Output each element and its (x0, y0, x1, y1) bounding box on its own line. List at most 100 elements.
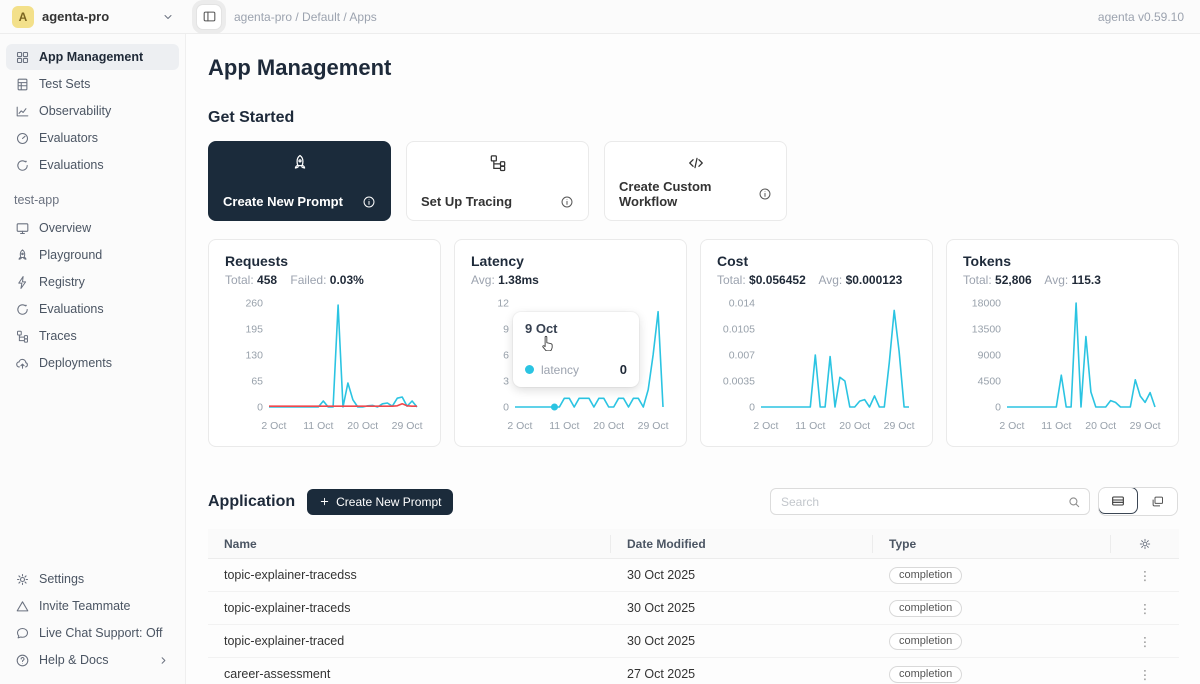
sidebar-item-label: Registry (39, 275, 85, 289)
svg-text:0.014: 0.014 (729, 298, 755, 310)
create-custom-workflow-card[interactable]: Create Custom Workflow (604, 141, 787, 221)
row-actions-menu[interactable]: ⋮ (1133, 601, 1158, 616)
create-new-prompt-button[interactable]: Create New Prompt (307, 489, 453, 515)
svg-text:0.0105: 0.0105 (723, 324, 755, 336)
sidebar-item-playground[interactable]: Playground (6, 242, 179, 268)
svg-text:20 Oct: 20 Oct (347, 420, 378, 432)
code-icon (619, 153, 772, 173)
svg-text:3: 3 (503, 376, 509, 388)
sidebar-item-evaluators[interactable]: Evaluators (6, 125, 179, 151)
svg-text:0.0035: 0.0035 (723, 376, 755, 388)
series-dot (525, 365, 534, 374)
svg-text:11 Oct: 11 Oct (303, 420, 333, 432)
card-view-button[interactable] (1137, 488, 1177, 515)
sidebar-item-evaluations[interactable]: Evaluations (6, 152, 179, 178)
sidebar-item-help-docs[interactable]: Help & Docs (6, 647, 179, 673)
cost-chart[interactable]: 00.00350.0070.01050.0142 Oct11 Oct20 Oct… (711, 291, 917, 443)
svg-text:29 Oct: 29 Oct (884, 420, 915, 432)
tooltip-value: 0 (620, 362, 627, 377)
svg-text:13500: 13500 (972, 324, 1001, 336)
svg-text:20 Oct: 20 Oct (1085, 420, 1116, 432)
sidebar-item-label: Observability (39, 104, 111, 118)
table-row[interactable]: topic-explainer-traced 30 Oct 2025 compl… (208, 625, 1179, 658)
metric-title: Cost (711, 253, 916, 269)
table-row[interactable]: topic-explainer-traceds 30 Oct 2025 comp… (208, 592, 1179, 625)
gear-icon (14, 572, 30, 587)
sidebar-item-observability[interactable]: Observability (6, 98, 179, 124)
info-icon[interactable] (362, 195, 376, 209)
sidebar-item-test-sets[interactable]: Test Sets (6, 71, 179, 97)
sidebar-item-label: App Management (39, 50, 143, 64)
create-new-prompt-card[interactable]: Create New Prompt (208, 141, 391, 221)
app-type: completion (873, 666, 1111, 683)
svg-text:11 Oct: 11 Oct (1041, 420, 1071, 432)
breadcrumb[interactable]: agenta-pro / Default / Apps (234, 10, 1098, 24)
gauge-icon (14, 131, 30, 146)
svg-text:9: 9 (503, 324, 509, 336)
row-actions-menu[interactable]: ⋮ (1133, 667, 1158, 682)
sidebar-app-group-label: test-app (14, 193, 185, 207)
type-badge: completion (889, 666, 962, 683)
column-header-name[interactable]: Name (208, 535, 611, 553)
svg-text:29 Oct: 29 Oct (392, 420, 423, 432)
column-settings[interactable] (1111, 535, 1179, 553)
svg-text:29 Oct: 29 Oct (1130, 420, 1161, 432)
sidebar-item-overview[interactable]: Overview (6, 215, 179, 241)
app-root: A agenta-pro agenta-pro / Default / Apps… (0, 0, 1200, 684)
svg-text:18000: 18000 (972, 298, 1001, 310)
metric-title: Requests (219, 253, 424, 269)
sidebar-item-traces[interactable]: Traces (6, 323, 179, 349)
sidebar-item-app-management[interactable]: App Management (6, 44, 179, 70)
sidebar-item-invite-teammate[interactable]: Invite Teammate (6, 593, 179, 619)
svg-text:12: 12 (497, 298, 509, 310)
table-view-button[interactable] (1098, 487, 1138, 514)
svg-text:6: 6 (503, 350, 509, 362)
card-label: Create New Prompt (223, 194, 343, 209)
rocket-icon (223, 153, 376, 173)
metric-cards: Requests Total: 458 Failed: 0.03% 065130… (208, 239, 1178, 447)
tokens-chart[interactable]: 04500900013500180002 Oct11 Oct20 Oct29 O… (957, 291, 1163, 443)
requests-chart[interactable]: 0651301952602 Oct11 Oct20 Oct29 Oct (219, 291, 425, 443)
svg-text:20 Oct: 20 Oct (593, 420, 624, 432)
workspace-selector[interactable]: A agenta-pro (0, 6, 186, 28)
search-input[interactable] (781, 495, 1067, 509)
eval-circle-icon (14, 302, 30, 317)
app-type: completion (873, 567, 1111, 584)
column-header-date-modified[interactable]: Date Modified (611, 535, 873, 553)
sidebar-item-app-evaluations[interactable]: Evaluations (6, 296, 179, 322)
app-name: topic-explainer-tracedss (208, 568, 611, 582)
trace-tree-icon (14, 329, 30, 344)
svg-text:20 Oct: 20 Oct (839, 420, 870, 432)
version-label: agenta v0.59.10 (1098, 10, 1200, 24)
info-icon[interactable] (560, 195, 574, 209)
column-header-type[interactable]: Type (873, 535, 1111, 553)
chat-icon (14, 626, 30, 641)
search-icon[interactable] (1067, 495, 1081, 509)
view-toggle (1098, 487, 1178, 516)
workspace-avatar: A (12, 6, 34, 28)
get-started-cards: Create New Prompt Set Up Tracing Create … (208, 141, 1178, 221)
row-actions-menu[interactable]: ⋮ (1133, 634, 1158, 649)
svg-text:0: 0 (503, 402, 509, 414)
sidebar-item-live-chat[interactable]: Live Chat Support: Off (6, 620, 179, 646)
table-row[interactable]: career-assessment 27 Oct 2025 completion… (208, 658, 1179, 684)
row-actions-menu[interactable]: ⋮ (1133, 568, 1158, 583)
sidebar-item-registry[interactable]: Registry (6, 269, 179, 295)
svg-text:2 Oct: 2 Oct (999, 420, 1024, 432)
application-heading: Application (208, 493, 295, 511)
trace-tree-icon (421, 153, 574, 173)
cloud-icon (14, 356, 30, 371)
table-row[interactable]: topic-explainer-tracedss 30 Oct 2025 com… (208, 559, 1179, 592)
sidebar-item-deployments[interactable]: Deployments (6, 350, 179, 376)
app-type: completion (873, 633, 1111, 650)
sidebar-collapse-button[interactable] (196, 4, 222, 30)
sidebar-item-settings[interactable]: Settings (6, 566, 179, 592)
chevron-down-icon (162, 11, 174, 23)
get-started-heading: Get Started (208, 109, 1178, 127)
svg-text:260: 260 (245, 298, 263, 310)
info-icon[interactable] (758, 187, 772, 201)
panel-left-icon (202, 9, 217, 24)
sidebar-spacer (0, 377, 185, 566)
set-up-tracing-card[interactable]: Set Up Tracing (406, 141, 589, 221)
tooltip-series-label: latency (541, 363, 613, 377)
